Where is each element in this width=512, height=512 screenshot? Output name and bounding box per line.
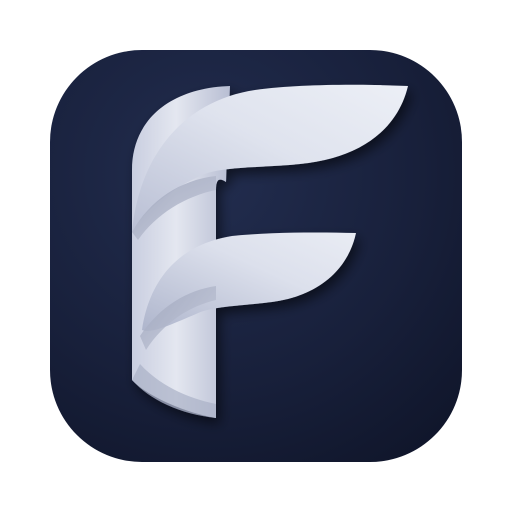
app-icon <box>0 0 512 512</box>
app-icon-graphic <box>50 50 462 462</box>
page-canvas <box>0 0 512 512</box>
